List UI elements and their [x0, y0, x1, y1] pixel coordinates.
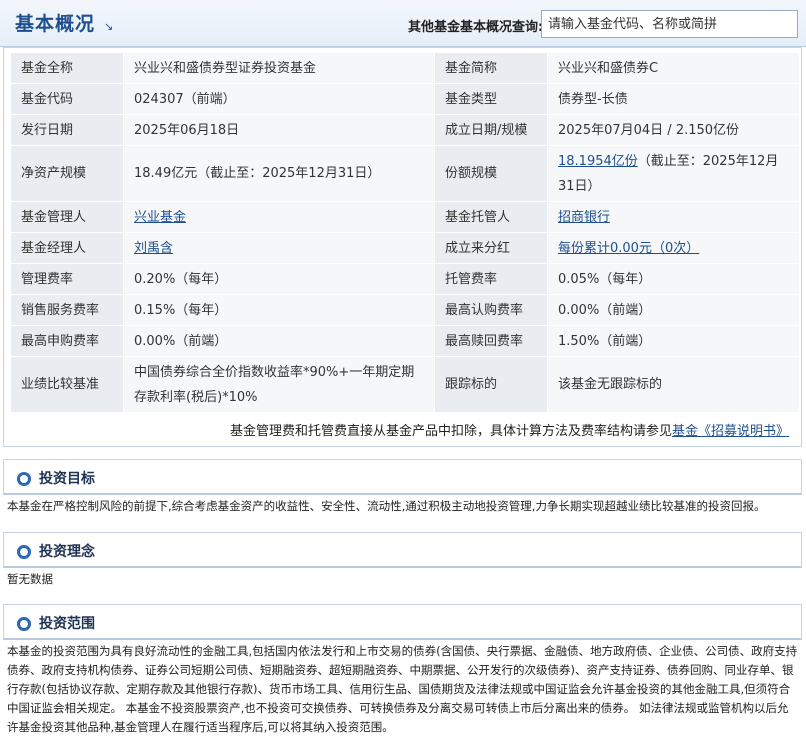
table-row: 基金经理人 刘禹含 成立来分红 每份累计0.00元（0次） [10, 232, 800, 264]
label-sales-service-fee: 销售服务费率 [10, 294, 124, 326]
section-header: 投资目标 [3, 459, 802, 495]
manager-company-link[interactable]: 兴业基金 [134, 210, 186, 225]
label-max-subscription-fee: 最高认购费率 [434, 294, 548, 326]
label-tracking-target: 跟踪标的 [434, 356, 548, 413]
label-full-name: 基金全称 [10, 52, 124, 84]
bullet-circle-icon [17, 617, 31, 631]
value-issue-date: 2025年06月18日 [123, 114, 435, 146]
label-manager-company: 基金管理人 [10, 201, 124, 233]
fund-info-panel: 基金全称 兴业兴和盛债券型证券投资基金 基金简称 兴业兴和盛债券C 基金代码 0… [3, 47, 802, 447]
value-short-name: 兴业兴和盛债券C [547, 52, 800, 84]
value-inception-scale: 2025年07月04日 / 2.150亿份 [547, 114, 800, 146]
value-sales-service-fee: 0.15%（每年） [123, 294, 435, 326]
value-benchmark: 中国债券综合全价指数收益率*90%+一年期定期存款利率(税后)*10% [123, 356, 435, 413]
value-manager-company: 兴业基金 [123, 201, 435, 233]
value-management-fee: 0.20%（每年） [123, 263, 435, 295]
label-fund-type: 基金类型 [434, 83, 548, 115]
fee-footnote: 基金管理费和托管费直接从基金产品中扣除，具体计算方法及费率结构请参见基金《招募说… [230, 420, 789, 439]
label-custody-fee: 托管费率 [434, 263, 548, 295]
page-title: 基本概况 [15, 13, 96, 35]
value-fund-manager: 刘禹含 [123, 232, 435, 264]
value-net-assets: 18.49亿元（截止至：2025年12月31日） [123, 145, 435, 202]
section-investment-scope: 投资范围 本基金的投资范围为具有良好流动性的金融工具,包括国内依法发行和上市交易… [3, 604, 802, 737]
value-tracking-target: 该基金无跟踪标的 [547, 356, 800, 413]
section-investment-philosophy: 投资理念 暂无数据 [3, 532, 802, 589]
fund-overview-page: 基本概况 ↘ 其他基金基本概况查询: 基金全称 兴业兴和盛债券型证券投资基金 基… [0, 0, 806, 743]
share-scale-link[interactable]: 18.1954亿份 [558, 154, 638, 169]
label-short-name: 基金简称 [434, 52, 548, 84]
label-max-purchase-fee: 最高申购费率 [10, 325, 124, 357]
value-max-purchase-fee: 0.00%（前端） [123, 325, 435, 357]
bullet-circle-icon [17, 472, 31, 486]
label-share-scale: 份额规模 [434, 145, 548, 202]
custodian-link[interactable]: 招商银行 [558, 210, 610, 225]
value-full-name: 兴业兴和盛债券型证券投资基金 [123, 52, 435, 84]
label-fund-manager: 基金经理人 [10, 232, 124, 264]
table-row: 业绩比较基准 中国债券综合全价指数收益率*90%+一年期定期存款利率(税后)*1… [10, 356, 800, 413]
value-fund-type: 债券型-长债 [547, 83, 800, 115]
section-header: 投资理念 [3, 532, 802, 568]
label-management-fee: 管理费率 [10, 263, 124, 295]
table-row: 基金代码 024307（前端） 基金类型 债券型-长债 [10, 83, 800, 115]
section-title: 投资目标 [39, 471, 95, 487]
table-row: 管理费率 0.20%（每年） 托管费率 0.05%（每年） [10, 263, 800, 295]
overview-header: 基本概况 ↘ 其他基金基本概况查询: [0, 0, 806, 47]
title-arrow-icon[interactable]: ↘ [104, 20, 113, 33]
section-investment-goal: 投资目标 本基金在严格控制风险的前提下,综合考虑基金资产的收益性、安全性、流动性… [3, 459, 802, 516]
value-max-redemption-fee: 1.50%（前端） [547, 325, 800, 357]
section-text: 本基金的投资范围为具有良好流动性的金融工具,包括国内依法发行和上市交易的债券(含… [7, 644, 798, 734]
value-dividends: 每份累计0.00元（0次） [547, 232, 800, 264]
section-text: 暂无数据 [7, 572, 53, 586]
section-header: 投资范围 [3, 604, 802, 640]
section-text: 本基金在严格控制风险的前提下,综合考虑基金资产的收益性、安全性、流动性,通过积极… [7, 499, 766, 513]
value-max-subscription-fee: 0.00%（前端） [547, 294, 800, 326]
table-row: 基金管理人 兴业基金 基金托管人 招商银行 [10, 201, 800, 233]
table-row: 基金全称 兴业兴和盛债券型证券投资基金 基金简称 兴业兴和盛债券C [10, 52, 800, 84]
label-dividends: 成立来分红 [434, 232, 548, 264]
bullet-circle-icon [17, 545, 31, 559]
value-custodian: 招商银行 [547, 201, 800, 233]
table-row: 最高申购费率 0.00%（前端） 最高赎回费率 1.50%（前端） [10, 325, 800, 357]
value-share-scale: 18.1954亿份（截止至：2025年12月31日） [547, 145, 800, 202]
prospectus-link[interactable]: 基金《招募说明书》 [672, 424, 789, 439]
value-custody-fee: 0.05%（每年） [547, 263, 800, 295]
fee-footnote-text: 基金管理费和托管费直接从基金产品中扣除，具体计算方法及费率结构请参见 [229, 424, 672, 439]
label-net-assets: 净资产规模 [10, 145, 124, 202]
table-row: 净资产规模 18.49亿元（截止至：2025年12月31日） 份额规模 18.1… [10, 145, 800, 202]
label-benchmark: 业绩比较基准 [10, 356, 124, 413]
label-custodian: 基金托管人 [434, 201, 548, 233]
table-row: 发行日期 2025年06月18日 成立日期/规模 2025年07月04日 / 2… [10, 114, 800, 146]
label-max-redemption-fee: 最高赎回费率 [434, 325, 548, 357]
label-issue-date: 发行日期 [10, 114, 124, 146]
table-row: 销售服务费率 0.15%（每年） 最高认购费率 0.00%（前端） [10, 294, 800, 326]
fund-search-input[interactable] [541, 10, 798, 38]
label-fund-code: 基金代码 [10, 83, 124, 115]
fund-info-table: 基金全称 兴业兴和盛债券型证券投资基金 基金简称 兴业兴和盛债券C 基金代码 0… [10, 52, 800, 413]
section-title: 投资范围 [39, 616, 95, 632]
section-title: 投资理念 [39, 544, 95, 560]
label-inception-scale: 成立日期/规模 [434, 114, 548, 146]
value-fund-code: 024307（前端） [123, 83, 435, 115]
search-label: 其他基金基本概况查询: [408, 20, 544, 35]
dividends-link[interactable]: 每份累计0.00元（0次） [558, 241, 699, 256]
fund-manager-link[interactable]: 刘禹含 [134, 241, 173, 256]
